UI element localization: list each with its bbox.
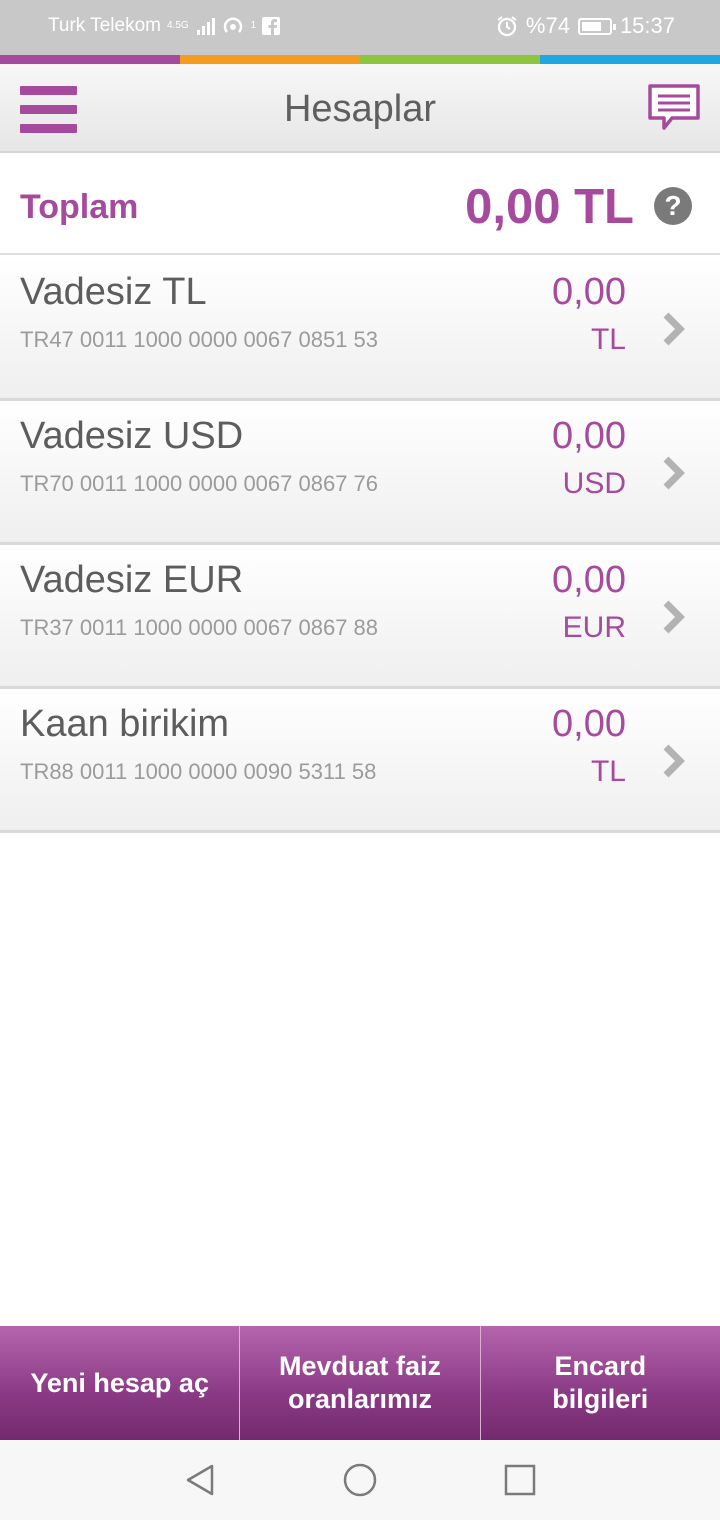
page-title: Hesaplar (283, 88, 437, 130)
recents-icon[interactable] (502, 1462, 538, 1498)
account-iban: TR37 0011 1000 0000 0067 0867 88 (20, 615, 379, 640)
clock: 15:37 (619, 13, 675, 38)
interest-rates-label: Mevduat faiz oranlarımız (278, 1351, 441, 1414)
account-row-kaan-birikim[interactable]: Kaan birikim TR88 0011 1000 0000 0090 53… (0, 689, 720, 833)
strip-segment-blue (540, 55, 720, 64)
chevron-right-icon (663, 312, 685, 346)
account-name: Vadesiz EUR (20, 559, 244, 601)
status-left: Turk Telekom 4.5G 1 (48, 15, 281, 37)
new-account-label: Yeni hesap aç (30, 1367, 209, 1398)
account-currency: TL (590, 323, 626, 356)
system-nav-bar (0, 1440, 720, 1520)
network-type: 4.5G (166, 20, 189, 31)
encard-info-label: Encard bilgileri (552, 1351, 649, 1414)
account-row-vadesiz-eur[interactable]: Vadesiz EUR TR37 0011 1000 0000 0067 086… (0, 545, 720, 689)
total-amount: 0,00 TL (465, 180, 634, 234)
account-name: Kaan birikim (20, 703, 230, 745)
message-icon[interactable] (646, 82, 702, 134)
account-name: Vadesiz TL (20, 271, 207, 313)
account-iban: TR70 0011 1000 0000 0067 0867 76 (20, 471, 379, 496)
account-balance: 0,00 (552, 703, 626, 745)
home-icon[interactable] (342, 1462, 378, 1498)
account-iban: TR47 0011 1000 0000 0067 0851 53 (20, 327, 379, 352)
chevron-right-icon (663, 456, 685, 490)
bottom-action-bar: Yeni hesap aç Mevduat faiz oranlarımız En… (0, 1326, 720, 1440)
battery-percent: %74 (525, 13, 570, 38)
question-mark-icon[interactable]: ? (654, 187, 692, 225)
carrier-name: Turk Telekom (48, 15, 161, 36)
account-row-vadesiz-tl[interactable]: Vadesiz TL TR47 0011 1000 0000 0067 0851… (0, 257, 720, 401)
brand-color-strip (0, 55, 720, 64)
account-list: Vadesiz TL TR47 0011 1000 0000 0067 0851… (0, 257, 720, 833)
chevron-right-icon (663, 744, 685, 778)
account-row-vadesiz-usd[interactable]: Vadesiz USD TR70 0011 1000 0000 0067 086… (0, 401, 720, 545)
account-balance: 0,00 (552, 559, 626, 601)
account-balance: 0,00 (552, 271, 626, 313)
app-header: Hesaplar (0, 64, 720, 153)
interest-rates-button[interactable]: Mevduat faiz oranlarımız (239, 1326, 480, 1440)
signal-icon (196, 17, 215, 35)
chevron-right-icon (663, 600, 685, 634)
strip-segment-green (360, 55, 540, 64)
account-name: Vadesiz USD (20, 415, 244, 457)
back-icon[interactable] (182, 1462, 218, 1498)
alarm-icon (497, 16, 517, 37)
total-balance-row: Toplam 0,00 TL ? (0, 155, 720, 255)
strip-segment-purple (0, 55, 180, 64)
account-iban: TR88 0011 1000 0000 0090 5311 58 (20, 759, 377, 784)
account-currency: USD (562, 467, 626, 500)
hotspot-count: 1 (250, 20, 257, 31)
total-label: Toplam (20, 188, 139, 226)
encard-info-button[interactable]: Encard bilgileri (479, 1326, 720, 1440)
account-currency: TL (590, 755, 626, 788)
account-balance: 0,00 (552, 415, 626, 457)
account-currency: EUR (562, 611, 626, 644)
facebook-icon (262, 17, 281, 35)
new-account-button[interactable]: Yeni hesap aç (0, 1326, 240, 1440)
battery-icon (577, 17, 616, 35)
hotspot-icon (223, 17, 242, 33)
status-bar: Turk Telekom 4.5G 1 %74 15:37 (0, 0, 720, 55)
status-right: %74 15:37 (496, 13, 675, 39)
strip-segment-orange (180, 55, 360, 64)
